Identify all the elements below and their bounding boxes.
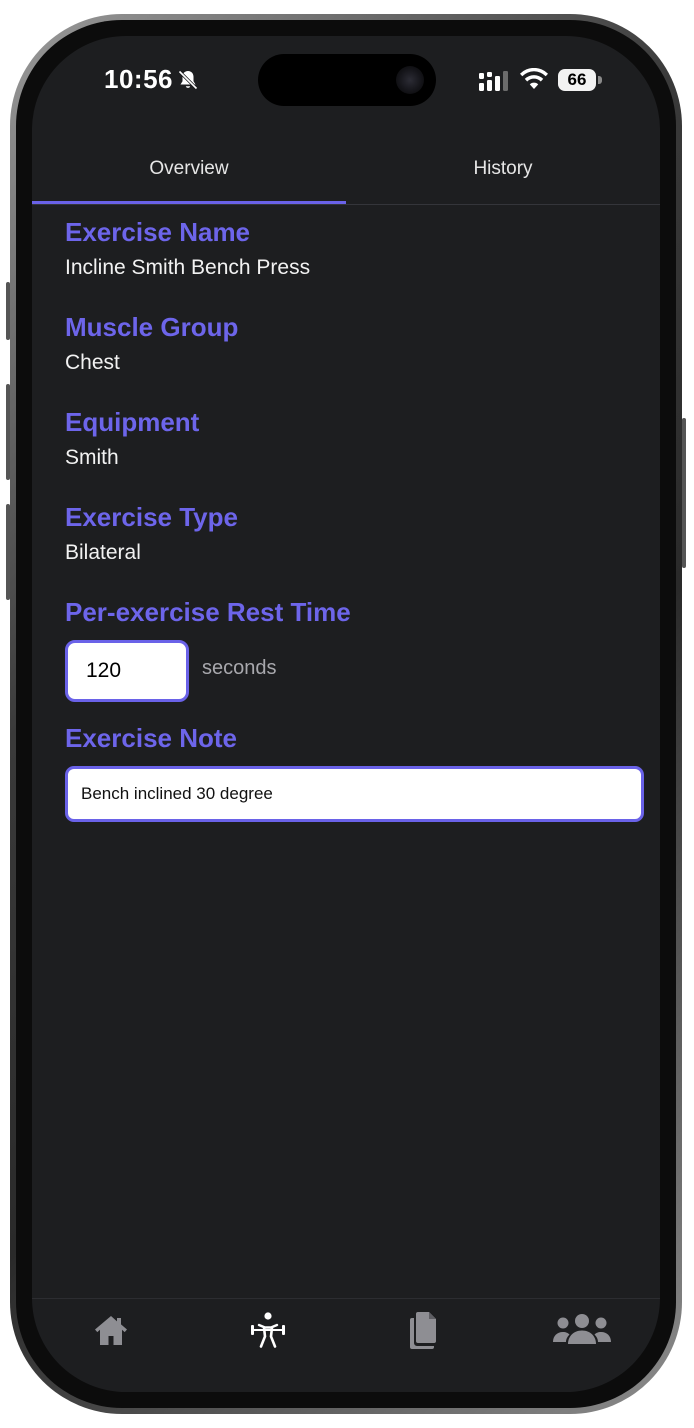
exercise-name-section: Exercise Name Incline Smith Bench Press [65, 216, 650, 282]
bottom-tab-bar [32, 1298, 660, 1392]
rest-time-input[interactable]: 120 [65, 640, 189, 702]
exercise-note-input[interactable]: Bench inclined 30 degree [65, 766, 644, 822]
exercise-note-label: Exercise Note [65, 723, 237, 753]
volume-up-button [6, 384, 10, 480]
active-tab-indicator [32, 201, 346, 204]
power-button [682, 418, 686, 568]
exercise-type-label: Exercise Type [65, 502, 238, 532]
battery-icon: 66 [558, 69, 604, 93]
weightlifter-icon[interactable] [248, 1309, 288, 1351]
status-bar: 10:56 66 [32, 36, 660, 136]
action-button [6, 282, 10, 340]
equipment-section: Equipment Smith [65, 406, 650, 472]
equipment-label: Equipment [65, 407, 200, 437]
segment-tabs: Overview History [32, 144, 660, 205]
users-icon[interactable] [552, 1309, 612, 1351]
equipment-value: Smith [65, 446, 119, 469]
exercise-type-value: Bilateral [65, 541, 141, 564]
rest-time-unit: seconds [202, 657, 277, 679]
exercise-overview: Exercise Name Incline Smith Bench Press … [65, 216, 650, 851]
screen: 10:56 66 Overview History Exercise Name … [32, 36, 660, 1392]
status-time: 10:56 [104, 64, 173, 94]
exercise-name-value: Incline Smith Bench Press [65, 256, 311, 279]
documents-icon[interactable] [406, 1309, 440, 1351]
exercise-note-section: Exercise Note Bench inclined 30 degree [65, 722, 650, 822]
battery-level: 66 [558, 69, 596, 91]
dynamic-island [258, 54, 436, 106]
muscle-group-section: Muscle Group Chest [65, 311, 650, 377]
muscle-group-label: Muscle Group [65, 312, 239, 342]
tab-history[interactable]: History [346, 144, 660, 204]
rest-time-row: 120 seconds [65, 640, 650, 704]
rest-time-section: Per-exercise Rest Time 120 seconds [65, 596, 650, 704]
bell-slash-icon [178, 70, 198, 90]
muscle-group-value: Chest [65, 351, 120, 374]
signal-icon [479, 71, 508, 91]
tab-overview[interactable]: Overview [32, 144, 346, 204]
camera-icon [396, 66, 424, 94]
rest-time-label: Per-exercise Rest Time [65, 597, 351, 627]
exercise-name-label: Exercise Name [65, 217, 251, 247]
device-frame: 10:56 66 Overview History Exercise Name … [6, 14, 686, 1414]
wifi-icon [520, 68, 548, 89]
volume-down-button [6, 504, 10, 600]
home-icon[interactable] [92, 1309, 130, 1351]
exercise-type-section: Exercise Type Bilateral [65, 501, 650, 567]
